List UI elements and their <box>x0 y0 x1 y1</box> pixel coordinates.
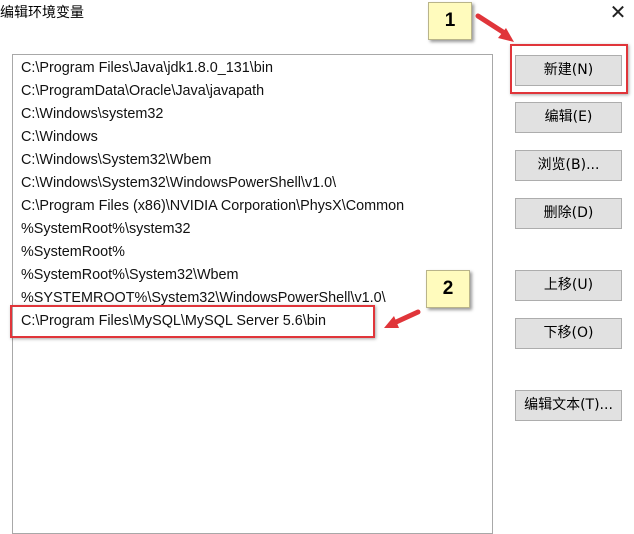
list-item[interactable]: C:\ProgramData\Oracle\Java\javapath <box>21 80 264 103</box>
close-icon[interactable]: ✕ <box>606 0 630 24</box>
arrow-to-new-icon <box>475 13 514 42</box>
list-item[interactable]: %SystemRoot%\system32 <box>21 218 191 241</box>
list-item[interactable]: C:\Program Files (x86)\NVIDIA Corporatio… <box>21 195 404 218</box>
step-1-badge: 1 <box>428 2 472 40</box>
delete-button[interactable]: 删除(D) <box>515 198 622 229</box>
mysql-row-highlight <box>10 305 375 338</box>
edit-button[interactable]: 编辑(E) <box>515 102 622 133</box>
list-item[interactable]: %SystemRoot% <box>21 241 125 264</box>
arrow-to-mysql-icon <box>384 309 421 328</box>
browse-button[interactable]: 浏览(B)... <box>515 150 622 181</box>
new-button-highlight <box>510 44 628 94</box>
edit-text-button[interactable]: 编辑文本(T)... <box>515 390 622 421</box>
list-item[interactable]: C:\Windows <box>21 126 98 149</box>
window-title: 编辑环境变量 <box>0 5 84 21</box>
step-2-badge: 2 <box>426 270 470 308</box>
list-item[interactable]: C:\Windows\System32\Wbem <box>21 149 211 172</box>
list-item[interactable]: C:\Windows\system32 <box>21 103 163 126</box>
list-item[interactable]: C:\Windows\System32\WindowsPowerShell\v1… <box>21 172 336 195</box>
move-up-button[interactable]: 上移(U) <box>515 270 622 301</box>
move-down-button[interactable]: 下移(O) <box>515 318 622 349</box>
path-list[interactable]: C:\Program Files\Java\jdk1.8.0_131\bin C… <box>12 54 493 534</box>
list-item[interactable]: C:\Program Files\Java\jdk1.8.0_131\bin <box>21 57 273 80</box>
list-item[interactable]: %SystemRoot%\System32\Wbem <box>21 264 239 287</box>
